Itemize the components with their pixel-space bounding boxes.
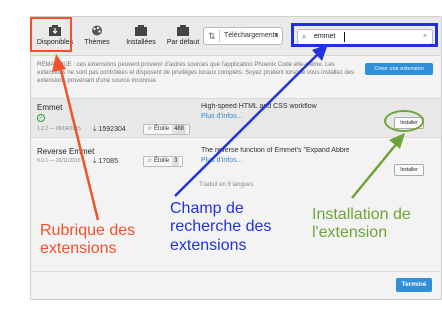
install-arrow: [351, 133, 405, 199]
install-annotation: Installation de l'extension: [312, 206, 411, 242]
annotation-arrows: [52, 44, 405, 221]
tabs-arrow: [52, 54, 100, 221]
tabs-annotation: Rubrique des extensions: [40, 222, 136, 258]
search-arrow: [174, 44, 328, 197]
search-annotation: Champ de recherche des extensions: [170, 200, 272, 254]
